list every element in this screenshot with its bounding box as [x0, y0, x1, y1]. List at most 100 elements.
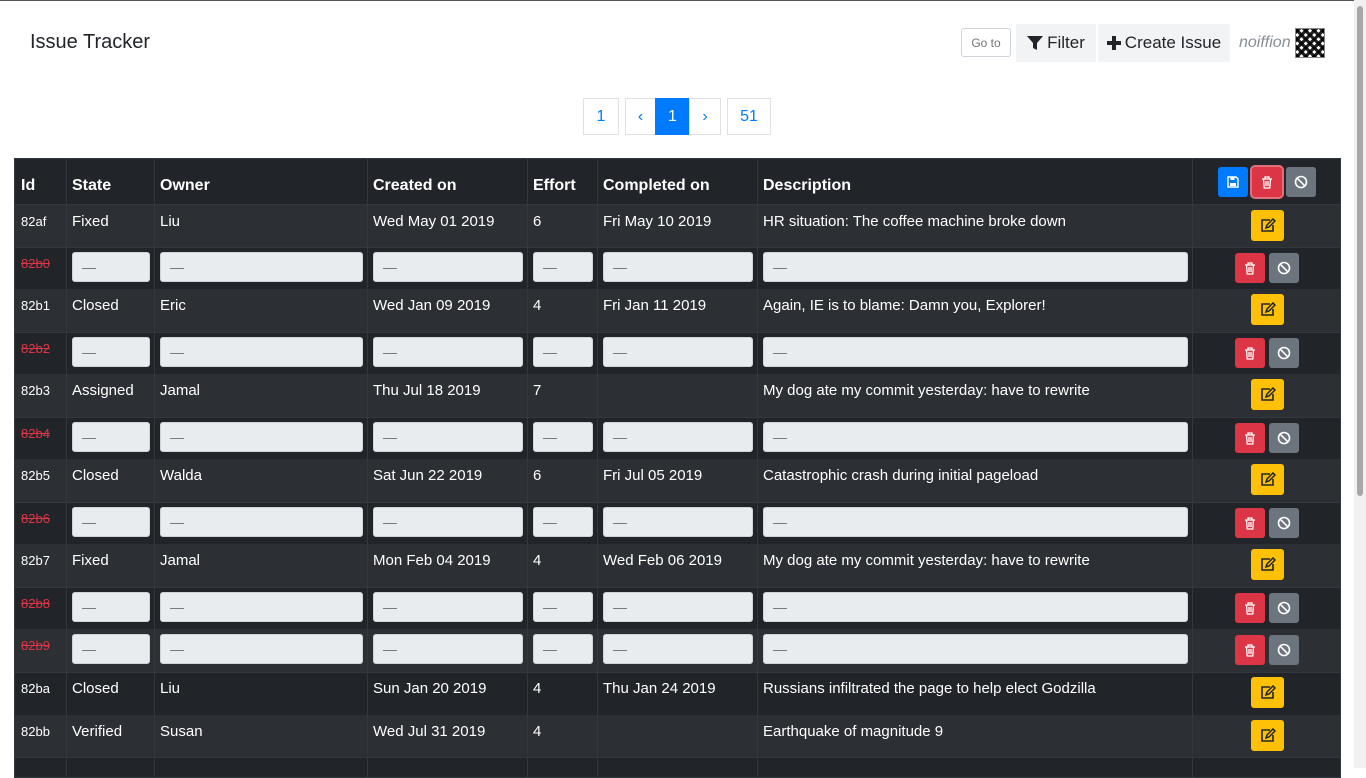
- edit-button[interactable]: [1251, 210, 1284, 241]
- description-input[interactable]: —: [763, 592, 1188, 622]
- header-description: Description: [763, 177, 852, 194]
- created-input[interactable]: —: [373, 422, 523, 452]
- pagination-last[interactable]: 51: [727, 98, 771, 135]
- edit-button[interactable]: [1251, 720, 1284, 751]
- issue-state: Closed: [72, 680, 119, 697]
- state-input[interactable]: —: [72, 634, 150, 664]
- cancel-row-button[interactable]: [1269, 338, 1299, 368]
- pagination-first[interactable]: 1: [583, 98, 619, 135]
- state-input[interactable]: —: [72, 337, 150, 367]
- owner-input[interactable]: —: [160, 422, 363, 452]
- owner-input[interactable]: —: [160, 252, 363, 282]
- effort-input[interactable]: —: [533, 634, 593, 664]
- delete-row-button[interactable]: [1235, 593, 1265, 623]
- issue-id[interactable]: 82b6: [21, 511, 50, 526]
- cancel-row-button[interactable]: [1269, 593, 1299, 623]
- issue-owner: Liu: [160, 213, 181, 230]
- completed-input[interactable]: —: [603, 507, 753, 537]
- table-row: 82b6 — — — — — —: [15, 502, 1340, 544]
- state-input[interactable]: —: [72, 252, 150, 282]
- state-input[interactable]: —: [72, 592, 150, 622]
- description-input[interactable]: —: [763, 634, 1188, 664]
- delete-row-button[interactable]: [1235, 253, 1265, 283]
- issue-completed: Fri May 10 2019: [603, 213, 712, 230]
- issue-id[interactable]: 82b3: [21, 383, 50, 398]
- effort-input[interactable]: —: [533, 507, 593, 537]
- page-scrollbar[interactable]: [1354, 0, 1366, 768]
- edit-button[interactable]: [1251, 677, 1284, 708]
- cancel-row-button[interactable]: [1269, 635, 1299, 665]
- owner-input[interactable]: —: [160, 634, 363, 664]
- issue-id[interactable]: 82b4: [21, 426, 50, 441]
- owner-input[interactable]: —: [160, 592, 363, 622]
- plus-icon: [1106, 36, 1121, 50]
- effort-input[interactable]: —: [533, 422, 593, 452]
- completed-input[interactable]: —: [603, 337, 753, 367]
- issue-id[interactable]: 82af: [21, 214, 46, 229]
- pagination-next[interactable]: ›: [689, 98, 721, 135]
- edit-button[interactable]: [1251, 549, 1284, 580]
- filter-button[interactable]: Filter: [1016, 24, 1096, 62]
- delete-row-button[interactable]: [1235, 423, 1265, 453]
- effort-input[interactable]: —: [533, 337, 593, 367]
- state-input[interactable]: —: [72, 507, 150, 537]
- owner-input[interactable]: —: [160, 337, 363, 367]
- issue-state: Closed: [72, 467, 119, 484]
- edit-button[interactable]: [1251, 464, 1284, 495]
- delete-row-button[interactable]: [1235, 635, 1265, 665]
- delete-selected-button[interactable]: [1252, 167, 1282, 197]
- issue-description: My dog ate my commit yesterday: have to …: [763, 552, 1090, 569]
- created-input[interactable]: —: [373, 592, 523, 622]
- issue-id[interactable]: 82b2: [21, 341, 50, 356]
- created-input[interactable]: —: [373, 507, 523, 537]
- table-row: 82b0 — — — — — —: [15, 247, 1340, 289]
- effort-input[interactable]: —: [533, 252, 593, 282]
- issue-effort: 4: [533, 723, 542, 740]
- issue-description: Catastrophic crash during initial pagelo…: [763, 467, 1039, 484]
- cancel-all-button[interactable]: [1286, 167, 1316, 197]
- issue-id[interactable]: 82b8: [21, 596, 50, 611]
- cancel-row-button[interactable]: [1269, 508, 1299, 538]
- trash-icon: [1245, 516, 1255, 530]
- issue-id[interactable]: 82b0: [21, 256, 50, 271]
- created-input[interactable]: —: [373, 252, 523, 282]
- completed-input[interactable]: —: [603, 592, 753, 622]
- table-row: 82b1 Closed Eric Wed Jan 09 2019 4 Fri Jan 11…: [15, 289, 1340, 332]
- pagination-prev[interactable]: ‹: [625, 98, 656, 135]
- edit-icon: [1260, 557, 1276, 571]
- effort-input[interactable]: —: [533, 592, 593, 622]
- completed-input[interactable]: —: [603, 252, 753, 282]
- cancel-row-button[interactable]: [1269, 423, 1299, 453]
- edit-icon: [1260, 387, 1276, 401]
- created-input[interactable]: —: [373, 337, 523, 367]
- issue-id[interactable]: 82b5: [21, 468, 50, 483]
- issue-description: Earthquake of magnitude 9: [763, 723, 944, 740]
- cancel-row-button[interactable]: [1269, 253, 1299, 283]
- created-input[interactable]: —: [373, 634, 523, 664]
- issue-id[interactable]: 82b9: [21, 638, 50, 653]
- avatar[interactable]: [1295, 28, 1325, 58]
- description-input[interactable]: —: [763, 507, 1188, 537]
- description-input[interactable]: —: [763, 337, 1188, 367]
- issue-id[interactable]: 82b1: [21, 298, 50, 313]
- issue-owner: Walda: [160, 467, 202, 484]
- scrollbar-thumb[interactable]: [1357, 6, 1363, 496]
- delete-row-button[interactable]: [1235, 508, 1265, 538]
- issue-id[interactable]: 82ba: [21, 681, 50, 696]
- issue-id[interactable]: 82bb: [21, 724, 50, 739]
- issue-id[interactable]: 82b7: [21, 553, 50, 568]
- owner-input[interactable]: —: [160, 507, 363, 537]
- description-input[interactable]: —: [763, 422, 1188, 452]
- goto-input[interactable]: [961, 28, 1011, 57]
- completed-input[interactable]: —: [603, 634, 753, 664]
- edit-button[interactable]: [1251, 379, 1284, 410]
- issue-completed: Wed Feb 06 2019: [603, 552, 722, 569]
- delete-row-button[interactable]: [1235, 338, 1265, 368]
- description-input[interactable]: —: [763, 252, 1188, 282]
- save-all-button[interactable]: [1218, 167, 1248, 197]
- completed-input[interactable]: —: [603, 422, 753, 452]
- pagination-current[interactable]: 1: [655, 98, 690, 135]
- edit-button[interactable]: [1251, 294, 1284, 325]
- state-input[interactable]: —: [72, 422, 150, 452]
- create-issue-button[interactable]: Create Issue: [1098, 24, 1230, 62]
